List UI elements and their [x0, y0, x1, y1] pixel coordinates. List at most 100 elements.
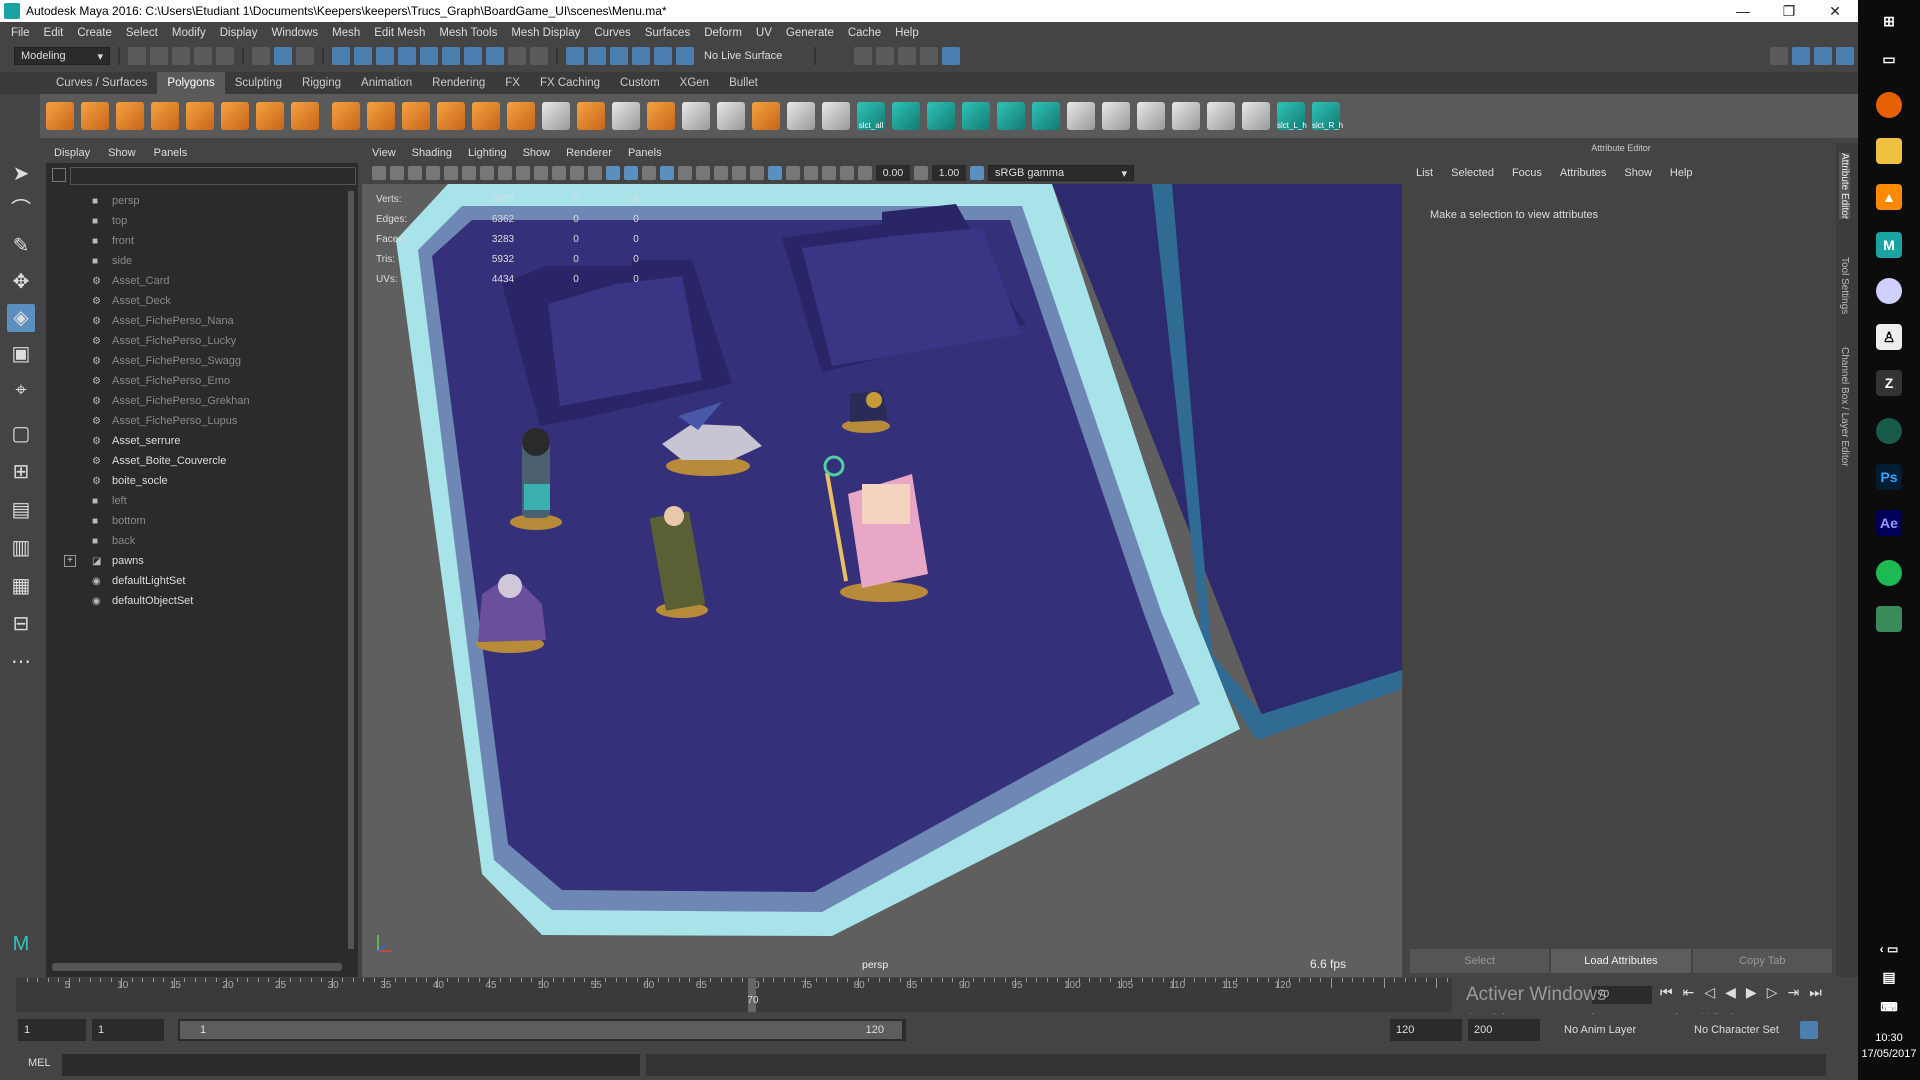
minimize-button[interactable]: — — [1720, 3, 1766, 19]
shelf-tab-custom[interactable]: Custom — [610, 72, 670, 94]
boolean-icon[interactable] — [472, 102, 500, 130]
render-frame-icon[interactable] — [876, 47, 894, 65]
snap-live-icon[interactable] — [654, 47, 672, 65]
select-by-joint-icon[interactable] — [354, 47, 372, 65]
shelf-tab-xgen[interactable]: XGen — [670, 72, 719, 94]
textured-icon[interactable] — [660, 166, 674, 180]
range-bar[interactable]: 1 120 — [178, 1019, 906, 1041]
attribute-menu-focus[interactable]: Focus — [1512, 167, 1542, 179]
photoshop-icon[interactable]: Ps — [1876, 464, 1902, 490]
viewport-menu-shading[interactable]: Shading — [412, 147, 452, 159]
shelf-tab-rigging[interactable]: Rigging — [292, 72, 351, 94]
outliner-item[interactable]: + ◪ pawns — [46, 551, 346, 571]
workspace-icon[interactable] — [1770, 47, 1788, 65]
time-ruler[interactable]: 5 10 15 20 25 30 35 40 45 50 55 60 65 70 75 80 85 90 95 100… — [16, 978, 1452, 1012]
menu-mesh-tools[interactable]: Mesh Tools — [432, 27, 504, 39]
shelf-tab-bullet[interactable]: Bullet — [719, 72, 768, 94]
safe-title-icon[interactable] — [588, 166, 602, 180]
uv-layout-icon[interactable]: ⊟ — [7, 610, 35, 638]
motion-blur-icon[interactable] — [732, 166, 746, 180]
outliner-item[interactable]: ⚙ Asset_FichePerso_Nana — [46, 311, 346, 331]
outliner-item[interactable]: ◉ defaultObjectSet — [46, 591, 346, 611]
live-surface-field[interactable]: No Live Surface — [698, 47, 806, 65]
planar-map-icon[interactable] — [892, 102, 920, 130]
outliner-horizontal-scrollbar[interactable] — [52, 963, 342, 971]
animation-preferences-icon[interactable] — [1826, 1021, 1844, 1039]
x-ray-joints-icon[interactable] — [822, 166, 836, 180]
shelf-tab-rendering[interactable]: Rendering — [422, 72, 495, 94]
cylindrical-map-icon[interactable] — [927, 102, 955, 130]
filter-icon[interactable] — [52, 168, 66, 182]
new-scene-icon[interactable] — [128, 47, 146, 65]
rotate-tool-icon[interactable]: ◈ — [7, 304, 35, 332]
outliner-item[interactable]: ⚙ Asset_Deck — [46, 291, 346, 311]
extrude-icon[interactable] — [507, 102, 535, 130]
tab-attribute-editor[interactable]: Attribute Editor — [1839, 153, 1850, 220]
append-polygon-icon[interactable] — [647, 102, 675, 130]
shelf-tab-animation[interactable]: Animation — [351, 72, 422, 94]
viewport-menu-lighting[interactable]: Lighting — [468, 147, 507, 159]
shelf-tab-polygons[interactable]: Polygons — [157, 72, 225, 94]
select-component-icon[interactable] — [296, 47, 314, 65]
paint-select-tool-icon[interactable]: ✎ — [7, 232, 35, 260]
select-button[interactable]: Select — [1410, 949, 1550, 973]
menu-surfaces[interactable]: Surfaces — [638, 27, 697, 39]
graph-layout-icon[interactable]: ▥ — [7, 534, 35, 562]
playback-end-field[interactable]: 120 — [1390, 1019, 1462, 1041]
lasso-tool-icon[interactable]: ⌒ — [7, 196, 35, 224]
outliner-item[interactable]: ■ side — [46, 251, 346, 271]
zbrush-icon[interactable]: Z — [1876, 370, 1902, 396]
viewport-menu-panels[interactable]: Panels — [628, 147, 662, 159]
render-settings-icon[interactable] — [920, 47, 938, 65]
select-hierarchy-icon[interactable] — [252, 47, 270, 65]
keyboard-icon[interactable]: ⌨ — [1876, 994, 1902, 1020]
gate-mask-icon[interactable] — [534, 166, 548, 180]
color-space-dropdown[interactable]: sRGB gamma ▾ — [988, 165, 1134, 181]
notifications-chevron-icon[interactable]: ‹ ▭ — [1876, 936, 1902, 962]
color-management-icon[interactable] — [970, 166, 984, 180]
select-by-handle-icon[interactable] — [332, 47, 350, 65]
snap-curve-icon[interactable] — [588, 47, 606, 65]
menu-curves[interactable]: Curves — [587, 27, 637, 39]
step-back-frame-icon[interactable]: ◁ — [1704, 984, 1715, 1001]
outliner-layout-icon[interactable]: ▤ — [7, 496, 35, 524]
multi-cut-icon[interactable] — [542, 102, 570, 130]
insert-edge-loop-icon[interactable] — [682, 102, 710, 130]
shadows-icon[interactable] — [696, 166, 710, 180]
image-plane-icon[interactable] — [426, 166, 440, 180]
maya-taskbar-icon[interactable]: M — [1876, 232, 1902, 258]
grid-icon[interactable] — [480, 166, 494, 180]
animation-end-field[interactable]: 200 — [1468, 1019, 1540, 1041]
viewport-menu-show[interactable]: Show — [523, 147, 551, 159]
toggle-channel-box-icon[interactable] — [1836, 47, 1854, 65]
expand-icon[interactable]: + — [64, 555, 76, 567]
four-view-layout-icon[interactable]: ⊞ — [7, 458, 35, 486]
attribute-menu-help[interactable]: Help — [1670, 167, 1693, 179]
film-gate-icon[interactable] — [498, 166, 512, 180]
shelf-tab-sculpting[interactable]: Sculpting — [225, 72, 292, 94]
isolate-select-icon[interactable] — [786, 166, 800, 180]
close-button[interactable]: ✕ — [1812, 3, 1858, 20]
mode-dropdown[interactable]: Modeling ▾ — [14, 47, 110, 65]
after-effects-icon[interactable]: Ae — [1876, 510, 1902, 536]
vlc-icon[interactable]: ▲ — [1876, 184, 1902, 210]
paint-weights-icon[interactable] — [1172, 102, 1200, 130]
menu-windows[interactable]: Windows — [264, 27, 325, 39]
bridge-icon[interactable] — [612, 102, 640, 130]
task-view-icon[interactable]: ▭ — [1876, 46, 1902, 72]
auto-map-icon[interactable] — [997, 102, 1025, 130]
attribute-menu-selected[interactable]: Selected — [1451, 167, 1494, 179]
outliner-menu-display[interactable]: Display — [54, 147, 90, 159]
command-input[interactable] — [62, 1054, 640, 1076]
step-forward-frame-icon[interactable]: ▷ — [1767, 984, 1778, 1001]
shelf-tab-fx-caching[interactable]: FX Caching — [530, 72, 610, 94]
anti-aliasing-icon[interactable] — [750, 166, 764, 180]
outliner-search-input[interactable] — [70, 167, 356, 185]
bookmark-icon[interactable] — [408, 166, 422, 180]
viewport-panel[interactable]: View Shading Lighting Show Renderer Panels 0.… — [362, 143, 1402, 977]
playback-start-field[interactable]: 1 — [92, 1019, 164, 1041]
outliner-item[interactable]: ■ persp — [46, 191, 346, 211]
menu-deform[interactable]: Deform — [697, 27, 749, 39]
resolution-gate-icon[interactable] — [516, 166, 530, 180]
outliner-item[interactable]: ⚙ Asset_FichePerso_Swagg — [46, 351, 346, 371]
